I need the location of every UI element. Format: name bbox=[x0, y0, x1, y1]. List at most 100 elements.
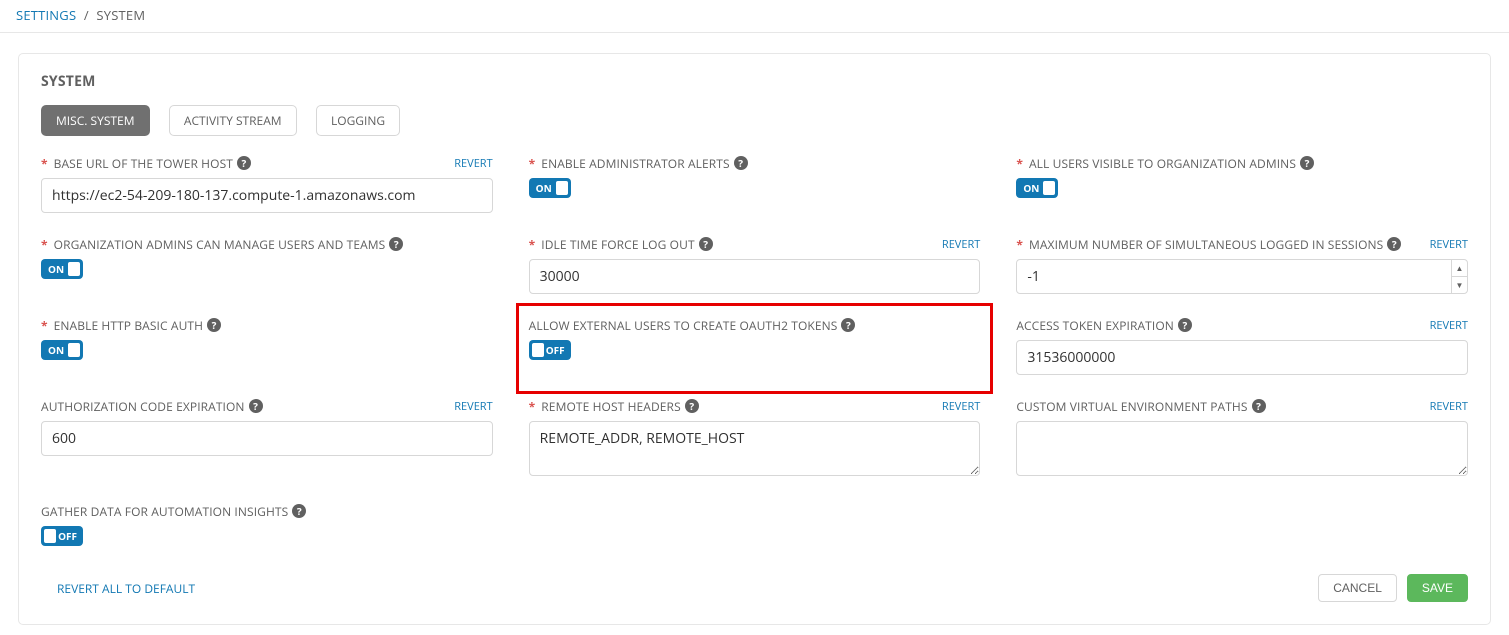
field-access-token-exp: ACCESS TOKEN EXPIRATION ? REVERT bbox=[1016, 316, 1468, 375]
label-text: ENABLE ADMINISTRATOR ALERTS bbox=[541, 155, 729, 172]
label-idle-time: * IDLE TIME FORCE LOG OUT ? bbox=[529, 236, 713, 253]
textarea-remote-host-headers[interactable] bbox=[529, 421, 981, 476]
label-text: REMOTE HOST HEADERS bbox=[541, 398, 680, 415]
revert-all-link[interactable]: REVERT ALL TO DEFAULT bbox=[57, 580, 195, 597]
required-asterisk: * bbox=[1016, 155, 1023, 172]
field-auth-code-exp: AUTHORIZATION CODE EXPIRATION ? REVERT bbox=[41, 397, 493, 480]
help-icon[interactable]: ? bbox=[292, 504, 306, 518]
help-icon[interactable]: ? bbox=[207, 318, 221, 332]
footer-buttons: CANCEL SAVE bbox=[1318, 574, 1468, 602]
required-asterisk: * bbox=[529, 155, 536, 172]
toggle-external-oauth[interactable]: OFF bbox=[529, 340, 571, 360]
save-button[interactable]: SAVE bbox=[1407, 574, 1468, 602]
label-text: IDLE TIME FORCE LOG OUT bbox=[541, 236, 694, 253]
label-custom-venv: CUSTOM VIRTUAL ENVIRONMENT PATHS ? bbox=[1016, 398, 1265, 415]
label-external-oauth: ALLOW EXTERNAL USERS TO CREATE OAUTH2 TO… bbox=[529, 317, 856, 334]
help-icon[interactable]: ? bbox=[1178, 318, 1192, 332]
field-max-sessions: * MAXIMUM NUMBER OF SIMULTANEOUS LOGGED … bbox=[1016, 235, 1468, 294]
label-text: ENABLE HTTP BASIC AUTH bbox=[54, 317, 203, 334]
toggle-knob bbox=[44, 529, 56, 543]
input-access-token-exp[interactable] bbox=[1016, 340, 1468, 375]
label-text: ALLOW EXTERNAL USERS TO CREATE OAUTH2 TO… bbox=[529, 317, 838, 334]
revert-link[interactable]: REVERT bbox=[942, 237, 980, 252]
settings-grid: * BASE URL OF THE TOWER HOST ? REVERT * … bbox=[41, 154, 1468, 546]
input-base-url[interactable] bbox=[41, 178, 493, 213]
toggle-all-users-visible[interactable]: ON bbox=[1016, 178, 1058, 198]
label-gather-insights: GATHER DATA FOR AUTOMATION INSIGHTS ? bbox=[41, 503, 306, 520]
required-asterisk: * bbox=[41, 155, 48, 172]
toggle-knob bbox=[68, 262, 80, 276]
help-icon[interactable]: ? bbox=[1252, 399, 1266, 413]
toggle-knob bbox=[68, 343, 80, 357]
textarea-custom-venv[interactable] bbox=[1016, 421, 1468, 476]
label-max-sessions: * MAXIMUM NUMBER OF SIMULTANEOUS LOGGED … bbox=[1016, 236, 1401, 253]
help-icon[interactable]: ? bbox=[1387, 237, 1401, 251]
field-idle-time: * IDLE TIME FORCE LOG OUT ? REVERT bbox=[529, 235, 981, 294]
help-icon[interactable]: ? bbox=[841, 318, 855, 332]
field-custom-venv: CUSTOM VIRTUAL ENVIRONMENT PATHS ? REVER… bbox=[1016, 397, 1468, 480]
help-icon[interactable]: ? bbox=[685, 399, 699, 413]
help-icon[interactable]: ? bbox=[389, 237, 403, 251]
field-remote-host-headers: * REMOTE HOST HEADERS ? REVERT bbox=[529, 397, 981, 480]
help-icon[interactable]: ? bbox=[249, 399, 263, 413]
spinner-down-icon[interactable]: ▼ bbox=[1452, 277, 1467, 293]
input-max-sessions[interactable] bbox=[1016, 259, 1468, 294]
revert-link[interactable]: REVERT bbox=[942, 399, 980, 414]
revert-link[interactable]: REVERT bbox=[1430, 318, 1468, 333]
label-remote-host-headers: * REMOTE HOST HEADERS ? bbox=[529, 398, 699, 415]
toggle-knob bbox=[532, 343, 544, 357]
toggle-http-basic[interactable]: ON bbox=[41, 340, 83, 360]
panel-footer: REVERT ALL TO DEFAULT CANCEL SAVE bbox=[41, 574, 1468, 602]
label-access-token-exp: ACCESS TOKEN EXPIRATION ? bbox=[1016, 317, 1192, 334]
toggle-knob bbox=[1043, 181, 1055, 195]
revert-link[interactable]: REVERT bbox=[1430, 399, 1468, 414]
breadcrumb-separator: / bbox=[84, 6, 89, 24]
required-asterisk: * bbox=[529, 398, 536, 415]
breadcrumb: SETTINGS / SYSTEM bbox=[0, 0, 1509, 33]
required-asterisk: * bbox=[529, 236, 536, 253]
toggle-org-admins-manage[interactable]: ON bbox=[41, 259, 83, 279]
field-org-admins-manage: * ORGANIZATION ADMINS CAN MANAGE USERS A… bbox=[41, 235, 493, 294]
toggle-knob bbox=[556, 181, 568, 195]
input-idle-time[interactable] bbox=[529, 259, 981, 294]
tab-misc-system[interactable]: MISC. SYSTEM bbox=[41, 105, 150, 136]
revert-link[interactable]: REVERT bbox=[454, 156, 492, 171]
spinner-up-icon[interactable]: ▲ bbox=[1452, 260, 1467, 277]
system-panel: SYSTEM MISC. SYSTEM ACTIVITY STREAM LOGG… bbox=[18, 53, 1491, 625]
label-base-url: * BASE URL OF THE TOWER HOST ? bbox=[41, 155, 251, 172]
toggle-label: ON bbox=[1023, 181, 1039, 195]
revert-link[interactable]: REVERT bbox=[1430, 237, 1468, 252]
toggle-gather-insights[interactable]: OFF bbox=[41, 526, 83, 546]
help-icon[interactable]: ? bbox=[734, 156, 748, 170]
help-icon[interactable]: ? bbox=[237, 156, 251, 170]
field-admin-alerts: * ENABLE ADMINISTRATOR ALERTS ? ON bbox=[529, 154, 981, 213]
breadcrumb-settings-link[interactable]: SETTINGS bbox=[16, 6, 76, 24]
label-text: GATHER DATA FOR AUTOMATION INSIGHTS bbox=[41, 503, 288, 520]
label-text: BASE URL OF THE TOWER HOST bbox=[54, 155, 233, 172]
help-icon[interactable]: ? bbox=[699, 237, 713, 251]
input-auth-code-exp[interactable] bbox=[41, 421, 493, 456]
number-spinner: ▲ ▼ bbox=[1451, 260, 1467, 293]
label-auth-code-exp: AUTHORIZATION CODE EXPIRATION ? bbox=[41, 398, 263, 415]
breadcrumb-current: SYSTEM bbox=[96, 6, 145, 24]
toggle-label: OFF bbox=[58, 529, 77, 543]
label-text: ORGANIZATION ADMINS CAN MANAGE USERS AND… bbox=[54, 236, 386, 253]
revert-link[interactable]: REVERT bbox=[454, 399, 492, 414]
label-all-users-visible: * ALL USERS VISIBLE TO ORGANIZATION ADMI… bbox=[1016, 155, 1314, 172]
toggle-admin-alerts[interactable]: ON bbox=[529, 178, 571, 198]
label-text: MAXIMUM NUMBER OF SIMULTANEOUS LOGGED IN… bbox=[1029, 236, 1383, 253]
tab-logging[interactable]: LOGGING bbox=[316, 105, 400, 136]
field-gather-insights: GATHER DATA FOR AUTOMATION INSIGHTS ? OF… bbox=[41, 502, 493, 546]
empty-cell bbox=[1016, 502, 1468, 546]
toggle-label: OFF bbox=[546, 343, 565, 357]
panel-title: SYSTEM bbox=[41, 72, 1468, 91]
tabs: MISC. SYSTEM ACTIVITY STREAM LOGGING bbox=[41, 105, 1468, 136]
tab-activity-stream[interactable]: ACTIVITY STREAM bbox=[169, 105, 297, 136]
cancel-button[interactable]: CANCEL bbox=[1318, 574, 1397, 602]
required-asterisk: * bbox=[41, 317, 48, 334]
field-external-oauth: ALLOW EXTERNAL USERS TO CREATE OAUTH2 TO… bbox=[516, 303, 994, 394]
field-all-users-visible: * ALL USERS VISIBLE TO ORGANIZATION ADMI… bbox=[1016, 154, 1468, 213]
toggle-label: ON bbox=[536, 181, 552, 195]
label-text: ALL USERS VISIBLE TO ORGANIZATION ADMINS bbox=[1029, 155, 1296, 172]
help-icon[interactable]: ? bbox=[1300, 156, 1314, 170]
